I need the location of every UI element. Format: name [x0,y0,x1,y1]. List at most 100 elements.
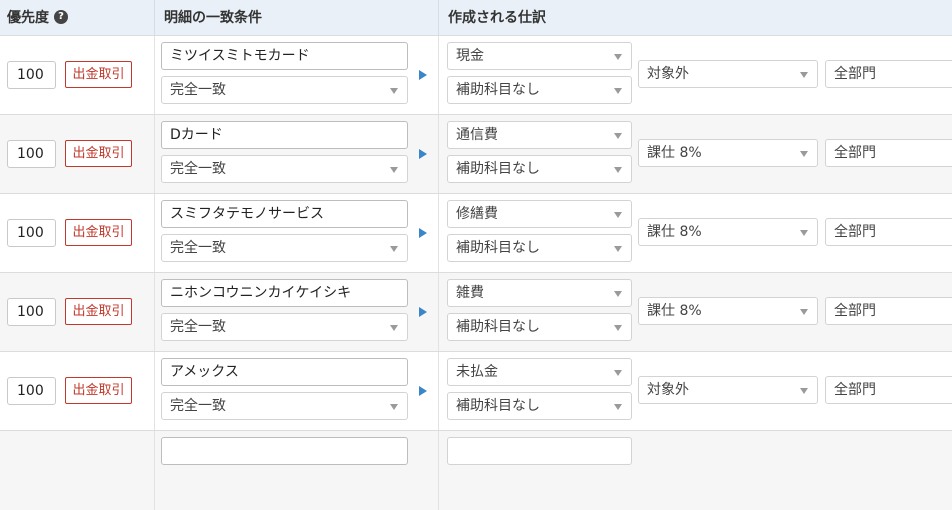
question-circle-icon[interactable]: ? [54,10,68,24]
account-value: 雑費 [456,285,484,301]
rule-row: 100 出金取引 スミフタテモノサービス完全一致 修繕費補助科目なし 課仕 8% 全部門 [0,194,952,273]
department-value: 全部門 [834,303,876,319]
account-value: 修繕費 [456,206,498,222]
chevron-down-icon [614,404,622,410]
priority-input[interactable]: 100 [7,140,56,168]
sub-account-select[interactable]: 補助科目なし [447,313,632,341]
department-select[interactable]: 全部門 [825,297,952,325]
match-type-select[interactable]: 完全一致 [161,155,408,183]
tax-category-value: 課仕 8% [647,224,702,240]
sub-account-value: 補助科目なし [456,161,540,177]
description-match-input[interactable] [161,437,408,465]
sub-account-select[interactable]: 補助科目なし [447,234,632,262]
tax-category-value: 課仕 8% [647,303,702,319]
sub-account-select[interactable]: 補助科目なし [447,392,632,420]
department-select[interactable]: 全部門 [825,376,952,404]
match-type-value: 完全一致 [170,240,226,256]
chevron-down-icon [614,291,622,297]
chevron-down-icon [614,325,622,331]
description-match-input[interactable]: ミツイスミトモカード [161,42,408,70]
transaction-type-badge[interactable]: 出金取引 [65,298,132,325]
priority-input[interactable]: 100 [7,298,56,326]
rule-row: 100 出金取引 ミツイスミトモカード 完全一致 現金補助科目なし 対象外 全部門 [0,36,952,115]
account-value: 通信費 [456,127,498,143]
transaction-type-badge[interactable]: 出金取引 [65,140,132,167]
arrow-right-icon [419,307,427,317]
column-divider [438,273,439,351]
chevron-down-icon [390,246,398,252]
tax-category-value: 課仕 8% [647,145,702,161]
transaction-type-badge[interactable]: 出金取引 [65,61,132,88]
sub-account-value: 補助科目なし [456,398,540,414]
tax-category-select[interactable]: 対象外 [638,60,818,88]
department-select[interactable]: 全部門 [825,218,952,246]
column-divider [154,431,155,510]
description-match-input[interactable]: Dカード [161,121,408,149]
chevron-down-icon [800,388,808,394]
account-select[interactable] [447,437,632,465]
description-match-input[interactable]: スミフタテモノサービス [161,200,408,228]
sub-account-value: 補助科目なし [456,82,540,98]
tax-category-select[interactable]: 対象外 [638,376,818,404]
chevron-down-icon [800,230,808,236]
chevron-down-icon [614,212,622,218]
chevron-down-icon [800,72,808,78]
table-header: 優先度? 明細の一致条件 作成される仕訳 [0,0,952,36]
description-match-input[interactable]: ニホンコウニンカイケイシキ [161,279,408,307]
transaction-type-badge[interactable]: 出金取引 [65,219,132,246]
condition-header-label: 明細の一致条件 [164,10,262,26]
department-value: 全部門 [834,145,876,161]
department-select[interactable]: 全部門 [825,139,952,167]
tax-category-select[interactable]: 課仕 8% [638,139,818,167]
chevron-down-icon [800,309,808,315]
sub-account-select[interactable]: 補助科目なし [447,76,632,104]
sub-account-select[interactable]: 補助科目なし [447,155,632,183]
account-select[interactable]: 修繕費 [447,200,632,228]
account-select[interactable]: 現金 [447,42,632,70]
priority-input[interactable]: 100 [7,219,56,247]
chevron-down-icon [800,151,808,157]
tax-category-select[interactable]: 課仕 8% [638,218,818,246]
priority-input[interactable]: 100 [7,61,56,89]
department-value: 全部門 [834,224,876,240]
rule-row: 100 出金取引 Dカード完全一致 通信費補助科目なし 課仕 8% 全部門 [0,115,952,194]
header-priority: 優先度? [7,0,68,36]
header-divider [438,0,439,36]
match-type-select[interactable]: 完全一致 [161,313,408,341]
description-match-input[interactable]: アメックス [161,358,408,386]
match-type-select[interactable]: 完全一致 [161,392,408,420]
arrow-right-icon [419,149,427,159]
chevron-down-icon [390,88,398,94]
account-select[interactable]: 通信費 [447,121,632,149]
chevron-down-icon [390,167,398,173]
column-divider [154,36,155,114]
priority-input[interactable]: 100 [7,377,56,405]
column-divider [154,352,155,430]
chevron-down-icon [614,370,622,376]
column-divider [438,36,439,114]
tax-category-select[interactable]: 課仕 8% [638,297,818,325]
tax-category-value: 対象外 [647,66,689,82]
arrow-right-icon [419,386,427,396]
match-type-select[interactable]: 完全一致 [161,234,408,262]
department-select[interactable]: 全部門 [825,60,952,88]
column-divider [438,115,439,193]
sub-account-value: 補助科目なし [456,240,540,256]
chevron-down-icon [614,167,622,173]
match-type-value: 完全一致 [170,398,226,414]
match-type-select[interactable]: 完全一致 [161,76,408,104]
account-select[interactable]: 雑費 [447,279,632,307]
match-type-value: 完全一致 [170,319,226,335]
chevron-down-icon [614,54,622,60]
chevron-down-icon [614,246,622,252]
arrow-right-icon [419,228,427,238]
header-divider [154,0,155,36]
transaction-type-badge[interactable]: 出金取引 [65,377,132,404]
chevron-down-icon [390,404,398,410]
chevron-down-icon [390,325,398,331]
rule-row: 100 出金取引 ニホンコウニンカイケイシキ完全一致 雑費補助科目なし 課仕 8% 全部門 [0,273,952,352]
account-select[interactable]: 未払金 [447,358,632,386]
chevron-down-icon [614,133,622,139]
arrow-right-icon [419,70,427,80]
account-value: 未払金 [456,364,498,380]
